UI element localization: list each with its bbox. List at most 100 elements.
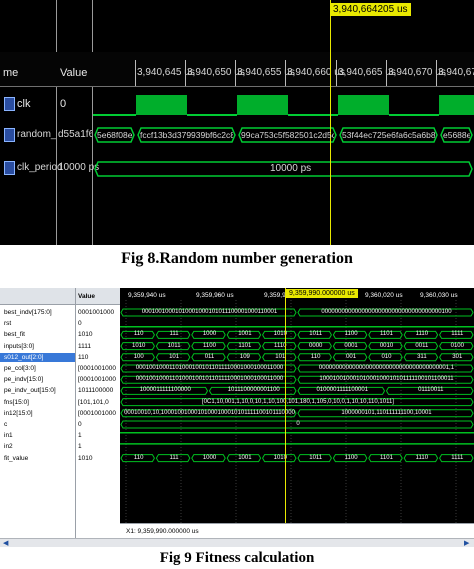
signal-name[interactable]: pe_indv[15:0] [4, 375, 43, 384]
bus-value-label: 01110011 [418, 387, 444, 394]
signal-value-random-pattern: d55a1f639 [58, 129, 92, 140]
signal-name[interactable]: fit_value [4, 454, 28, 463]
bus-value-label: 0000 [309, 342, 323, 349]
signal-value: 1010 [78, 331, 93, 339]
signal-value: 1 [78, 443, 82, 451]
signal-value-clk: 0 [60, 98, 67, 110]
bus-value-label: 1110 [274, 342, 287, 349]
signal-name[interactable]: in12[15:0] [4, 409, 33, 418]
bus-value-label: 99ca753c5f582501c2d5c1b0c1650b9a... [241, 130, 334, 140]
clk-high [136, 95, 187, 115]
cursor-time-label: 9,359,990.000000 us [286, 289, 358, 298]
waveform-window-random: me Value 3,940,645 us 3,940,650 us 3,940,6… [0, 0, 474, 245]
bus-value-label: 1100 [344, 454, 358, 461]
bus-value-label: 1101 [380, 331, 393, 338]
column-divider[interactable] [56, 0, 57, 245]
signal-name[interactable]: inputs[3:0] [4, 342, 34, 351]
name-header [0, 288, 75, 305]
bus-value-label: 1011 [309, 454, 323, 461]
bus-value-label: 1110 [415, 331, 429, 338]
waveform-canvas[interactable]: 9,359,940 us 9,359,960 us 9,359,980 us 9,36… [120, 288, 474, 523]
figure-caption-9: Fig 9 Fitness calculation [159, 550, 315, 566]
bus-value-label: 1110 [415, 454, 429, 461]
bus-value-label: 0001001000101000100010101110000100011000… [141, 309, 278, 315]
signal-name-clk[interactable]: clk [17, 97, 30, 111]
bus-value-label: [0C1,10,001,1,10,0,10,1,10,100,101,180,1… [202, 398, 394, 405]
bus-value-label: 110 [133, 331, 144, 338]
signal-name[interactable]: s012_out[2:0] [4, 353, 43, 362]
signal-name[interactable]: in2 [4, 442, 13, 451]
value-column-header: Value [78, 293, 95, 300]
clk-period-label: 10000 ps [270, 163, 312, 174]
bus-value-label: 1010 [273, 454, 287, 461]
name-column-header: me [3, 67, 19, 79]
value-column-header: Value [60, 67, 88, 79]
bus-value-label: 0100 [450, 342, 464, 349]
bus-value-label: 00010010,10,1000100100010100010001010111… [124, 409, 295, 416]
signal-name[interactable]: best_indv[175:0] [4, 308, 52, 317]
signal-value: [101,101,0 [78, 398, 109, 406]
bus-value-label: 1010 [132, 342, 146, 349]
signal-name-random-pattern[interactable]: random_pattern [17, 128, 56, 142]
signal-value: [0001001000 [78, 409, 116, 417]
signal-value: [0001001000 [78, 365, 116, 372]
cursor-time-label: 3,940,664205 us [330, 3, 411, 16]
figure-caption-8: Fig 8.Random number generation [121, 250, 353, 267]
bus-value-label: 0001001000110100010010110111100010001000… [135, 376, 284, 383]
bus-value-label: 111 [169, 331, 179, 338]
signal-value: 1111 [78, 342, 92, 350]
bus-value-label: 0001 [344, 342, 358, 349]
signal-value: 0001001000 [78, 309, 115, 316]
signal-name[interactable]: c [4, 420, 7, 429]
signal-value: 1011100000 [78, 387, 114, 395]
bus-value-label: 110 [310, 353, 321, 360]
bus-value-label: 111 [169, 454, 179, 461]
time-cursor[interactable] [330, 0, 331, 245]
bus-value-label: 011 [204, 353, 215, 360]
bus-value-label: 1011 [309, 331, 323, 338]
bus-value-label: 1111 [451, 454, 464, 461]
time-cursor[interactable] [285, 288, 286, 523]
signal-name[interactable]: best_fit [4, 330, 25, 339]
bus-value-label: 1011100000001100 [227, 387, 280, 394]
time-tick [285, 60, 286, 86]
bus-value-label: 101 [275, 353, 286, 360]
signal-name[interactable]: pe_indv_out[15:0] [4, 386, 56, 395]
bus-value-label: 0001001000110100010010110111100010001000… [135, 365, 284, 371]
time-tick [135, 60, 136, 86]
time-tick [185, 60, 186, 86]
bus-value-label: 0011 [415, 342, 429, 349]
bus-value-label: 1111 [451, 331, 464, 338]
scroll-right-icon[interactable]: ▶ [464, 539, 469, 547]
bus-value-label: 100 [133, 353, 144, 360]
signal-name-clk-period[interactable]: clk_period [17, 161, 63, 175]
signal-name[interactable]: in1 [4, 431, 13, 440]
bus-value-label: 5e68f08e4bc... [97, 130, 132, 140]
signal-name[interactable]: pe_col[3:0] [4, 364, 36, 373]
cursor-readout: X1: 9,359,990.000000 us [126, 528, 199, 535]
scroll-left-icon[interactable]: ◀ [3, 539, 8, 547]
bus-value-label: 311 [417, 353, 427, 360]
time-tick [386, 60, 387, 86]
bus-value-label: 1000011111100000 [139, 387, 191, 394]
bus-value-label: 101 [169, 353, 180, 360]
clk-high [237, 95, 288, 115]
signal-value: 1 [78, 432, 82, 440]
bus-value-label: e5688e0e [443, 130, 470, 140]
clk-high [338, 95, 389, 115]
signal-name[interactable]: rst [4, 319, 11, 328]
bus-value-label: 001 [346, 353, 357, 360]
bus-value-label: 000000000000000000000000000000000000001,… [318, 365, 455, 371]
bus-value-label: 1100 [203, 342, 216, 349]
bus-value-label: 1000100100010100010001010111110010110001… [319, 376, 454, 383]
bus-value-label: 1001 [238, 331, 252, 338]
bus-value-label: 000000000000000000000000000000000000100 [321, 309, 452, 315]
bus-value-label: 1001 [238, 454, 252, 461]
horizontal-scrollbar[interactable]: ◀ ▶ [0, 538, 474, 547]
time-tick [235, 60, 236, 86]
bus-value-label: 110 [133, 454, 144, 461]
signal-value: 1010 [78, 454, 93, 462]
signal-value: 0 [78, 320, 82, 328]
bus-value-label: 1011 [167, 342, 181, 349]
signal-name[interactable]: fns[15:0] [4, 398, 29, 407]
